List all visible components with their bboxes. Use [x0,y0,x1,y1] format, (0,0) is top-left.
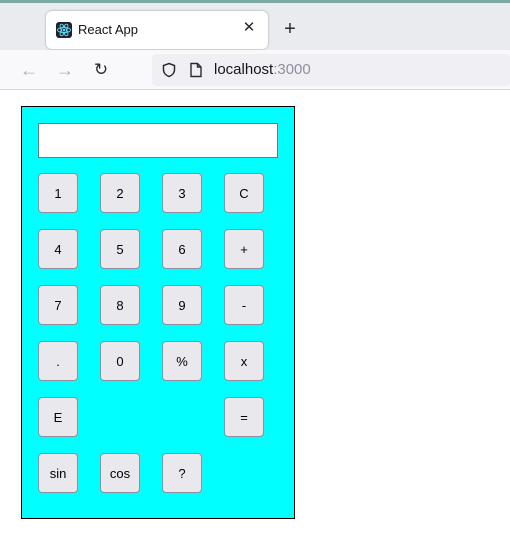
react-favicon-icon [56,22,72,38]
cos-button[interactable]: cos [100,453,140,493]
key-3-button[interactable]: 3 [162,173,202,213]
back-arrow-icon[interactable]: ← [18,59,40,81]
clear-button[interactable]: C [224,173,264,213]
unknown-button[interactable]: ? [162,453,202,493]
forward-arrow-icon[interactable]: → [54,59,76,81]
key-5-button[interactable]: 5 [100,229,140,269]
key-6-button[interactable]: 6 [162,229,202,269]
equals-button[interactable]: = [224,397,264,437]
tab-strip: React App ✕ + [0,0,510,50]
multiply-button[interactable]: x [224,341,264,381]
key-4-button[interactable]: 4 [38,229,78,269]
sin-button[interactable]: sin [38,453,78,493]
key-0-button[interactable]: 0 [100,341,140,381]
url-port: :3000 [273,61,311,78]
key-9-button[interactable]: 9 [162,285,202,325]
page-icon[interactable] [189,62,203,78]
address-bar[interactable]: localhost:3000 [152,54,510,86]
new-tab-button[interactable]: + [280,19,300,39]
url-text[interactable]: localhost:3000 [214,61,311,78]
plus-button[interactable]: + [224,229,264,269]
exponent-button[interactable]: E [38,397,78,437]
percent-button[interactable]: % [162,341,202,381]
navigation-bar: ← → ↻ localhost:3000 [0,50,510,90]
minus-button[interactable]: - [224,285,264,325]
url-host: localhost [214,61,274,78]
browser-tab[interactable]: React App ✕ [46,11,268,49]
key-2-button[interactable]: 2 [100,173,140,213]
tab-title: React App [78,22,138,37]
shield-icon[interactable] [161,62,177,78]
key-7-button[interactable]: 7 [38,285,78,325]
calculator-display[interactable] [38,123,278,158]
decimal-point-button[interactable]: . [38,341,78,381]
reload-icon[interactable]: ↻ [90,59,112,81]
close-tab-icon[interactable]: ✕ [240,19,258,37]
key-8-button[interactable]: 8 [100,285,140,325]
key-1-button[interactable]: 1 [38,173,78,213]
calculator: 1 2 3 C 4 5 6 + 7 8 9 - . 0 % x E = sin … [21,106,295,519]
